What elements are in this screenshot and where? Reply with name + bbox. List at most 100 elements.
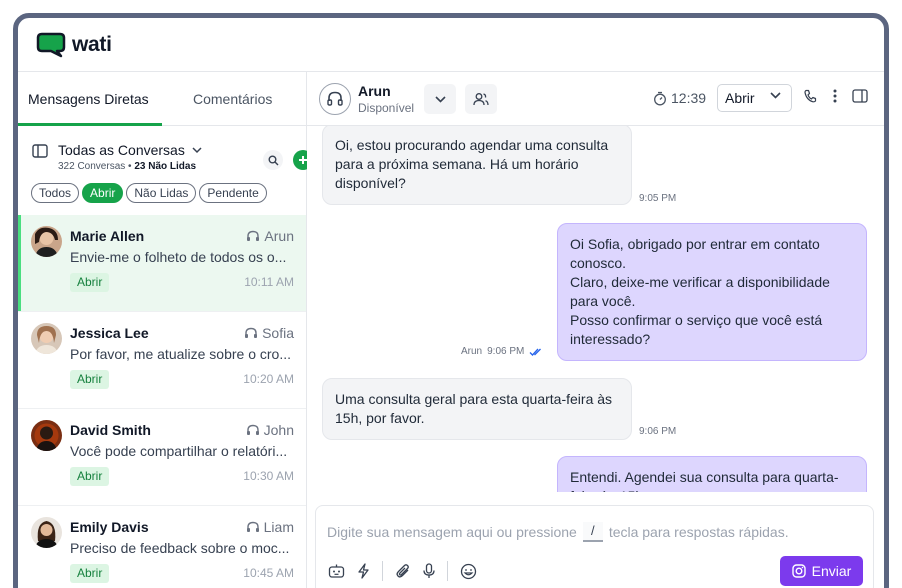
status-select-value: Abrir bbox=[725, 90, 755, 106]
session-timer: 12:39 bbox=[653, 90, 706, 106]
outgoing-message: Entendi. Agendei sua consulta para quart… bbox=[557, 456, 867, 492]
avatar bbox=[31, 323, 62, 354]
message-meta: Arun 9:06 PM bbox=[461, 346, 544, 357]
emoji-icon[interactable] bbox=[460, 563, 477, 580]
assigned-agent: Arun bbox=[246, 228, 294, 244]
message-preview: Preciso de feedback sobre o moc... bbox=[70, 540, 290, 556]
sidebar-panel-icon[interactable] bbox=[32, 144, 48, 158]
instagram-icon bbox=[791, 564, 806, 578]
message-input[interactable]: Digite sua mensagem aqui ou pressione / … bbox=[327, 522, 789, 542]
filter-open[interactable]: Abrir bbox=[82, 183, 124, 203]
agent-name: Arun bbox=[264, 228, 294, 244]
status-filter-chips: Todos Abrir Não Lidas Pendente bbox=[31, 183, 267, 203]
timestamp: 10:20 AM bbox=[243, 372, 294, 386]
chat-panel: Arun Disponível 12:39 Abrir Oi, estou pr… bbox=[307, 72, 884, 588]
double-check-icon bbox=[529, 348, 542, 356]
headset-icon bbox=[245, 327, 258, 338]
conversation-view-dropdown[interactable]: Todas as Conversas bbox=[58, 142, 202, 158]
unread-count: 23 Não Lidas bbox=[134, 161, 197, 172]
contact-name: Jessica Lee bbox=[70, 325, 149, 341]
logo-text: wati bbox=[72, 33, 112, 56]
agent-dropdown-button[interactable] bbox=[424, 84, 456, 114]
headset-icon bbox=[246, 521, 259, 532]
chevron-down-icon bbox=[434, 95, 446, 103]
message-time: 9:06 PM bbox=[487, 346, 525, 357]
status-badge: Abrir bbox=[70, 273, 110, 292]
conversation-list: Marie Allen Arun Envie-me o folheto de t… bbox=[18, 215, 306, 588]
conversation-item-david-smith[interactable]: David Smith John Você pode compartilhar … bbox=[18, 409, 306, 506]
avatar bbox=[31, 517, 62, 548]
timer-value: 12:39 bbox=[671, 90, 707, 106]
headset-icon bbox=[246, 424, 259, 435]
incoming-message: Uma consulta geral para esta quarta-feir… bbox=[322, 378, 632, 440]
contact-name: David Smith bbox=[70, 422, 151, 438]
users-icon bbox=[473, 92, 489, 105]
assign-team-button[interactable] bbox=[465, 84, 497, 114]
tab-direct-messages[interactable]: Mensagens Diretas bbox=[28, 91, 149, 107]
shortcut-key: / bbox=[582, 522, 603, 542]
placeholder-text-start: Digite sua mensagem aqui ou pressione bbox=[327, 524, 577, 540]
conversation-item-marie-allen[interactable]: Marie Allen Arun Envie-me o folheto de t… bbox=[18, 215, 306, 312]
timestamp: 10:45 AM bbox=[243, 566, 294, 580]
contact-name: Marie Allen bbox=[70, 228, 145, 244]
assigned-agent: Sofia bbox=[244, 325, 294, 341]
more-vertical-icon bbox=[833, 89, 837, 103]
timestamp: 10:11 AM bbox=[244, 275, 294, 289]
conversation-view-label: Todas as Conversas bbox=[58, 142, 185, 158]
conversation-status-select[interactable]: Abrir bbox=[717, 84, 792, 112]
chat-logo-icon bbox=[36, 32, 66, 58]
assigned-agent: Liam bbox=[246, 519, 294, 535]
filter-unread[interactable]: Não Lidas bbox=[126, 183, 197, 203]
message-time: 9:06 PM bbox=[639, 426, 677, 437]
bot-icon[interactable] bbox=[328, 563, 345, 579]
attachment-icon[interactable] bbox=[395, 563, 411, 579]
filter-pending[interactable]: Pendente bbox=[199, 183, 267, 203]
avatar bbox=[31, 420, 62, 451]
timer-icon bbox=[654, 91, 666, 105]
toggle-details-panel-button[interactable] bbox=[852, 89, 868, 103]
agent-name: John bbox=[263, 422, 294, 438]
contact-name: Emily Davis bbox=[70, 519, 149, 535]
total-count: 322 Conversas bbox=[58, 161, 126, 172]
chat-header: Arun Disponível 12:39 Abrir bbox=[307, 72, 884, 126]
top-bar: wati bbox=[18, 18, 884, 72]
conversation-sidebar: Mensagens Diretas Comentários Todas as C… bbox=[18, 72, 313, 588]
agent-status: Disponível bbox=[358, 101, 415, 115]
timestamp: 10:30 AM bbox=[243, 469, 294, 483]
more-options-button[interactable] bbox=[833, 89, 837, 103]
message-preview: Você pode compartilhar o relatóri... bbox=[70, 443, 288, 459]
phone-icon bbox=[804, 89, 817, 103]
message-preview: Envie-me o folheto de todos os o... bbox=[70, 249, 287, 265]
filter-all[interactable]: Todos bbox=[31, 183, 80, 203]
placeholder-text-end: tecla para respostas rápidas. bbox=[608, 524, 789, 540]
app-window: wati Mensagens Diretas Comentários Todas… bbox=[13, 13, 889, 588]
conversation-item-emily-davis[interactable]: Emily Davis Liam Preciso de feedback sob… bbox=[18, 506, 306, 588]
side-panel-icon bbox=[852, 89, 868, 103]
microphone-icon[interactable] bbox=[423, 563, 435, 579]
conversation-counts: 322 Conversas • 23 Não Lidas bbox=[58, 161, 197, 172]
agent-name: Liam bbox=[263, 519, 294, 535]
call-button[interactable] bbox=[804, 89, 817, 103]
headset-icon bbox=[327, 91, 343, 106]
incoming-message: Oi, estou procurando agendar uma consult… bbox=[322, 126, 632, 205]
message-time: 9:05 PM bbox=[639, 193, 677, 204]
agent-name: Sofia bbox=[262, 325, 294, 341]
lightning-icon[interactable] bbox=[357, 563, 370, 579]
tab-comments[interactable]: Comentários bbox=[193, 91, 272, 107]
active-tab-indicator bbox=[18, 123, 162, 126]
wati-logo[interactable]: wati bbox=[36, 32, 112, 58]
avatar bbox=[31, 226, 62, 257]
conversation-item-jessica-lee[interactable]: Jessica Lee Sofia Por favor, me atualize… bbox=[18, 312, 306, 409]
chevron-down-icon bbox=[192, 147, 202, 154]
message-composer[interactable]: Digite sua mensagem aqui ou pressione / … bbox=[315, 505, 874, 588]
status-badge: Abrir bbox=[70, 370, 110, 389]
message-sender: Arun bbox=[461, 346, 483, 357]
search-button[interactable] bbox=[263, 150, 283, 170]
tab-bar: Mensagens Diretas Comentários bbox=[18, 72, 306, 126]
status-badge: Abrir bbox=[70, 564, 110, 583]
send-button[interactable]: Enviar bbox=[780, 556, 863, 586]
status-badge: Abrir bbox=[70, 467, 110, 486]
agent-avatar bbox=[319, 83, 351, 115]
chevron-down-icon bbox=[770, 92, 781, 99]
agent-name: Arun bbox=[358, 83, 391, 99]
